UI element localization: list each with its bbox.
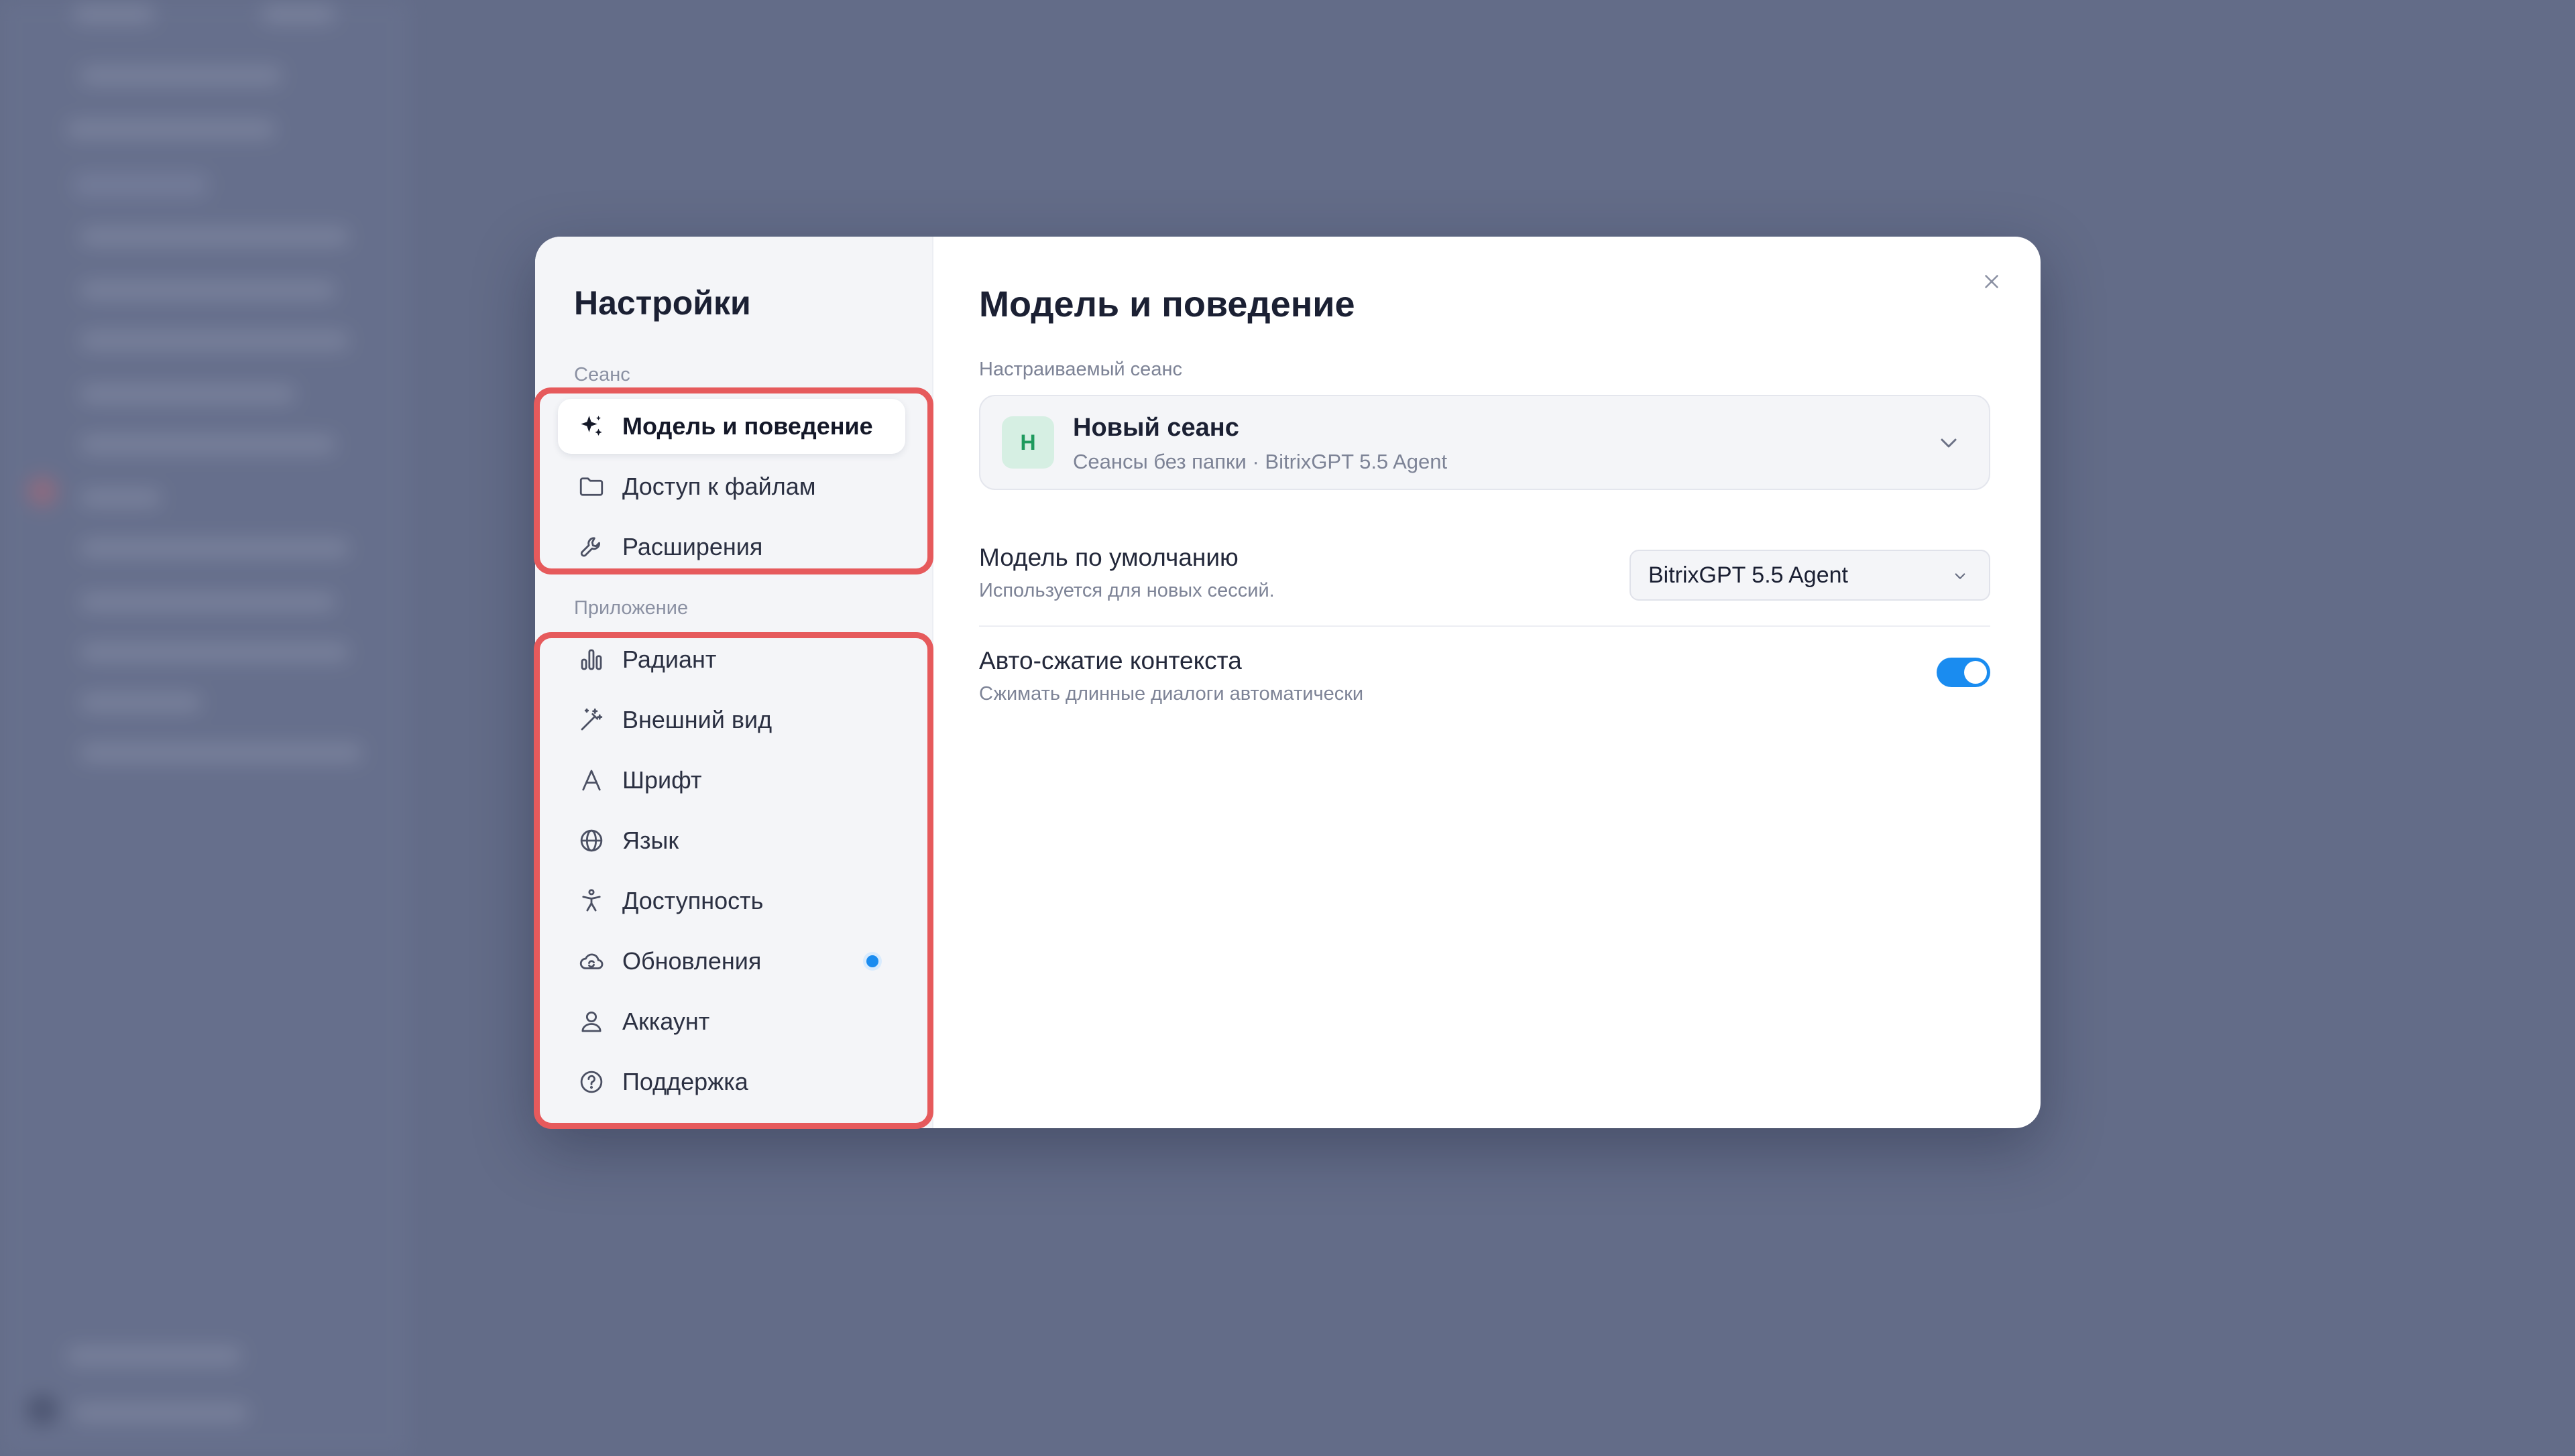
wrench-icon — [577, 532, 606, 562]
folder-icon — [577, 472, 606, 501]
nav-item-extensions[interactable]: Расширения — [558, 520, 905, 574]
globe-icon — [577, 826, 606, 855]
default-model-title: Модель по умолчанию — [979, 544, 1239, 571]
session-selector[interactable]: Н Новый сеанс Сеансы без папки · BitrixG… — [979, 395, 1990, 490]
background-line — [74, 1404, 248, 1422]
nav-item-radiant[interactable]: Радиант — [558, 632, 905, 687]
close-button[interactable] — [1975, 265, 2008, 298]
background-line — [80, 744, 362, 762]
nav-item-label: Доступность — [622, 887, 764, 914]
nav-item-label: Поддержка — [622, 1068, 748, 1095]
background-line — [80, 332, 349, 349]
user-icon — [577, 1007, 606, 1036]
nav-item-label: Доступ к файлам — [622, 473, 816, 500]
background-line — [80, 436, 335, 453]
settings-content: Модель и поведение Настраиваемый сеанс Н… — [932, 237, 2041, 1128]
session-name: Новый сеанс — [1073, 414, 1239, 442]
nav-item-label: Шрифт — [622, 766, 702, 794]
nav-item-account[interactable]: Аккаунт — [558, 994, 905, 1049]
background-line — [80, 489, 161, 507]
background-line — [80, 67, 282, 84]
nav-item-label: Внешний вид — [622, 706, 772, 733]
auto-compress-toggle[interactable] — [1937, 658, 1990, 687]
auto-compress-title: Авто-сжатие контекста — [979, 647, 1242, 674]
nav-item-language[interactable]: Язык — [558, 813, 905, 868]
nav-item-updates[interactable]: Обновления — [558, 934, 905, 989]
chevron-down-icon — [1941, 438, 1957, 448]
help-circle-icon — [577, 1067, 606, 1097]
nav-item-label: Расширения — [622, 533, 763, 560]
background-sidebar — [0, 0, 409, 1456]
magic-wand-icon — [577, 705, 606, 735]
background-line — [67, 121, 275, 138]
section-label-app: Приложение — [574, 597, 689, 619]
background-line — [80, 694, 201, 711]
background-line — [80, 282, 335, 299]
nav-item-font[interactable]: Шрифт — [558, 753, 905, 808]
nav-item-label: Обновления — [622, 947, 762, 975]
chevron-down-icon — [1955, 573, 1965, 579]
nav-item-label: Аккаунт — [622, 1008, 710, 1035]
nav-item-file-access[interactable]: Доступ к файлам — [558, 459, 905, 514]
update-badge — [866, 955, 878, 967]
session-meta: Сеансы без папки · BitrixGPT 5.5 Agent — [1073, 450, 1448, 473]
default-model-desc: Используется для новых сессий. — [979, 580, 1275, 601]
settings-nav: Настройки Сеанс Модель и поведение Досту… — [535, 237, 933, 1128]
background-line — [74, 173, 208, 197]
bar-chart-icon — [577, 645, 606, 674]
auto-compress-desc: Сжимать длинные диалоги автоматически — [979, 683, 1364, 705]
background-avatar — [27, 1394, 58, 1425]
session-field-label: Настраиваемый сеанс — [979, 359, 1182, 380]
background-line — [80, 540, 349, 557]
nav-item-support[interactable]: Поддержка — [558, 1054, 905, 1109]
default-model-select[interactable]: BitrixGPT 5.5 Agent — [1629, 550, 1990, 601]
default-model-value: BitrixGPT 5.5 Agent — [1648, 562, 1848, 588]
background-line — [67, 1347, 241, 1365]
background-line — [80, 593, 335, 611]
font-icon — [577, 766, 606, 795]
divider — [979, 625, 1990, 627]
section-label-session: Сеанс — [574, 364, 630, 385]
cloud-sync-icon — [577, 947, 606, 976]
page-title: Модель и поведение — [979, 284, 1355, 324]
background-line — [262, 5, 335, 23]
nav-item-appearance[interactable]: Внешний вид — [558, 692, 905, 747]
settings-title: Настройки — [574, 284, 751, 322]
background-avatar — [27, 476, 58, 507]
accessibility-icon — [577, 886, 606, 916]
background-line — [80, 385, 295, 403]
background-line — [80, 228, 349, 245]
nav-item-accessibility[interactable]: Доступность — [558, 873, 905, 928]
sparkle-icon — [577, 412, 606, 441]
close-icon — [1985, 275, 1998, 288]
background-line — [74, 5, 154, 23]
nav-item-label: Радиант — [622, 646, 717, 673]
nav-item-label: Модель и поведение — [622, 412, 873, 440]
nav-item-label: Язык — [622, 827, 679, 854]
nav-item-model-behavior[interactable]: Модель и поведение — [558, 399, 905, 454]
toggle-knob — [1964, 661, 1987, 684]
background-line — [80, 644, 349, 661]
session-avatar: Н — [1002, 416, 1054, 469]
settings-dialog: Настройки Сеанс Модель и поведение Досту… — [535, 237, 2041, 1128]
